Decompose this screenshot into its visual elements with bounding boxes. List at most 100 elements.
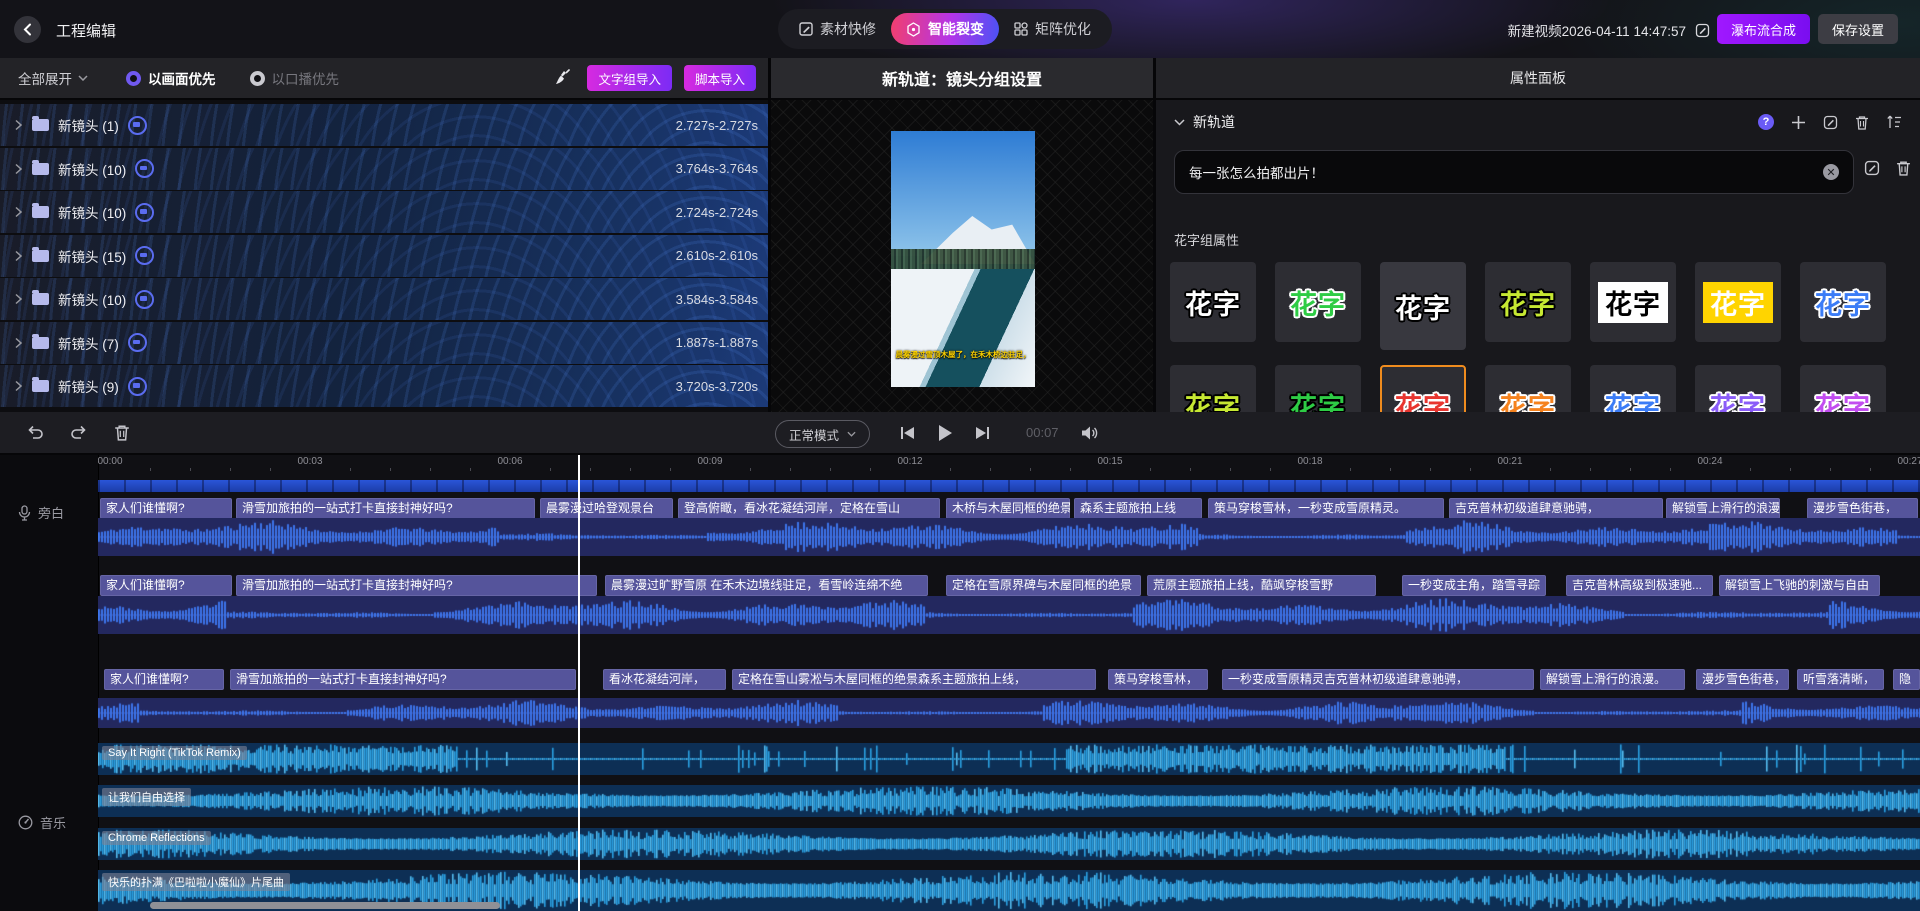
- subtitle-clip[interactable]: 森系主题旅拍上线: [1074, 498, 1202, 519]
- delete-icon[interactable]: [114, 424, 130, 441]
- subtitle-clip[interactable]: 家人们谁懂啊?: [104, 669, 224, 690]
- fancy-text-style-tile[interactable]: 花字: [1170, 365, 1256, 412]
- play-mode-dropdown[interactable]: 正常模式: [775, 420, 871, 448]
- fancy-text-style-tile[interactable]: 花字: [1275, 262, 1361, 342]
- camera-swap-icon[interactable]: [135, 246, 155, 265]
- save-settings-button[interactable]: 保存设置: [1817, 14, 1898, 44]
- subtitle-clip[interactable]: 滑雪加旅拍的一站式打卡直接封神好吗?: [236, 498, 535, 519]
- edit-icon[interactable]: [1864, 160, 1880, 176]
- shot-group-row[interactable]: 新镜头 (1) 2.727s-2.727s: [0, 104, 768, 146]
- fancy-text-style-tile[interactable]: 花字: [1590, 262, 1676, 342]
- subtitle-clip[interactable]: 荒原主题旅拍上线，酷飒穿梭雪野: [1147, 575, 1376, 596]
- clear-input-icon[interactable]: ✕: [1823, 164, 1839, 180]
- radio-voice-label[interactable]: 以口播优先: [272, 68, 340, 88]
- edit-icon[interactable]: [1823, 115, 1838, 130]
- camera-swap-icon[interactable]: [135, 202, 155, 222]
- subtitle-clip[interactable]: 解锁雪上滑行的浪漫: [1666, 498, 1780, 519]
- caption-text-input[interactable]: 每一张怎么拍都出片！ ✕: [1174, 150, 1854, 194]
- fancy-text-style-tile[interactable]: 花字: [1800, 365, 1886, 412]
- subtitle-clip[interactable]: 家人们谁懂啊?: [100, 575, 232, 596]
- camera-swap-icon[interactable]: [135, 289, 155, 309]
- delete-icon[interactable]: [1896, 160, 1911, 176]
- fancy-text-style-tile[interactable]: 花字: [1170, 262, 1256, 342]
- subtitle-clip[interactable]: 漫步雪色街巷，: [1807, 498, 1918, 519]
- script-import-button[interactable]: 脚本导入: [683, 65, 756, 91]
- subtitle-clip[interactable]: 吉克普林高级到极速驰...: [1566, 575, 1713, 596]
- music-waveform-track[interactable]: 让我们自由选择: [98, 785, 1920, 817]
- subtitle-clip[interactable]: 滑雪加旅拍的一站式打卡直接封神好吗?: [230, 669, 576, 690]
- camera-swap-icon[interactable]: [127, 376, 147, 396]
- subtitle-clip[interactable]: 漫步雪色街巷，: [1696, 669, 1789, 690]
- subtitle-clip[interactable]: 一秒变成主角，踏雪寻踪: [1402, 575, 1546, 596]
- subtitle-clip[interactable]: 定格在雪原界碑与木屋同框的绝景: [946, 575, 1141, 596]
- subtitle-clip[interactable]: 滑雪加旅拍的一站式打卡直接封神好吗?: [236, 575, 597, 596]
- expand-all-dropdown[interactable]: 全部展开: [18, 68, 88, 88]
- undo-icon[interactable]: [26, 425, 44, 441]
- fancy-text-style-tile[interactable]: 花字: [1485, 262, 1571, 342]
- fancy-text-style-tile[interactable]: 花字: [1380, 365, 1466, 412]
- subtitle-clip[interactable]: 隐: [1893, 669, 1920, 690]
- rename-icon[interactable]: [1695, 23, 1710, 38]
- chevron-right-icon[interactable]: [14, 293, 23, 305]
- chevron-right-icon[interactable]: [14, 250, 23, 262]
- chevron-right-icon[interactable]: [14, 206, 23, 218]
- delete-icon[interactable]: [1855, 115, 1869, 130]
- shot-group-row[interactable]: 新镜头 (10) 2.724s-2.724s: [0, 191, 768, 233]
- radio-screen-first[interactable]: [126, 70, 141, 86]
- broom-icon[interactable]: [553, 69, 571, 87]
- camera-swap-icon[interactable]: [127, 333, 147, 352]
- shot-group-row[interactable]: 新镜头 (9) 3.720s-3.720s: [0, 365, 768, 407]
- add-icon[interactable]: [1791, 115, 1806, 130]
- shot-group-row[interactable]: 新镜头 (7) 1.887s-1.887s: [0, 321, 768, 364]
- chevron-right-icon[interactable]: [14, 119, 23, 131]
- subtitle-clip[interactable]: 登高俯瞰，看冰花凝结河岸，定格在雪山: [678, 498, 940, 519]
- camera-swap-icon[interactable]: [135, 159, 155, 178]
- fancy-text-style-tile[interactable]: 花字: [1485, 365, 1571, 412]
- subtitle-clip[interactable]: 定格在雪山雾凇与木屋同框的绝景森系主题旅拍上线，: [732, 669, 1096, 690]
- chevron-right-icon[interactable]: [14, 163, 23, 175]
- fancy-text-style-tile[interactable]: 花字: [1380, 262, 1466, 350]
- subtitle-clip[interactable]: 一秒变成雪原精灵吉克普林初级道肆意驰骋，: [1222, 669, 1534, 690]
- fancy-text-style-tile[interactable]: 花字: [1590, 365, 1676, 412]
- subtitle-clip[interactable]: 看冰花凝结河岸，: [603, 669, 726, 690]
- camera-swap-icon[interactable]: [127, 115, 147, 135]
- shot-group-row[interactable]: 新镜头 (15) 2.610s-2.610s: [0, 234, 768, 277]
- subtitle-clip[interactable]: 解锁雪上滑行的浪漫。: [1540, 669, 1685, 690]
- video-track-strip[interactable]: [98, 480, 1920, 492]
- play-icon[interactable]: [937, 424, 953, 442]
- tab-smart-split[interactable]: 智能裂变: [891, 13, 999, 45]
- subtitle-clip[interactable]: 晨雾漫过旷野雪原 在禾木边境线驻足，看雪岭连绵不绝: [605, 575, 928, 596]
- waterfall-compose-button[interactable]: 瀑布流合成: [1716, 14, 1810, 44]
- narration-waveform-track[interactable]: [98, 698, 1920, 728]
- radio-screen-label[interactable]: 以画面优先: [148, 68, 216, 88]
- subtitle-clip[interactable]: 解锁雪上飞驰的刺激与自由: [1719, 575, 1880, 596]
- fancy-text-style-tile[interactable]: 花字: [1695, 365, 1781, 412]
- subtitle-clip[interactable]: 木桥与木屋同框的绝景: [946, 498, 1070, 519]
- subtitle-clip[interactable]: 晨雾漫过哈登观景台: [540, 498, 673, 519]
- tab-matrix-optimize[interactable]: 矩阵优化: [999, 13, 1106, 45]
- redo-icon[interactable]: [70, 425, 88, 441]
- narration-waveform-track[interactable]: [98, 596, 1920, 634]
- prev-frame-icon[interactable]: [900, 426, 915, 440]
- sort-list-icon[interactable]: [1886, 115, 1902, 129]
- subtitle-clip[interactable]: 听雪落清晰，: [1797, 669, 1884, 690]
- volume-icon[interactable]: [1081, 425, 1099, 441]
- fancy-text-style-tile[interactable]: 花字: [1275, 365, 1361, 412]
- subtitle-clip[interactable]: 策马穿梭雪林，一秒变成雪原精灵。: [1208, 498, 1444, 519]
- narration-waveform-track[interactable]: [98, 518, 1920, 556]
- radio-voice-first[interactable]: [249, 70, 265, 86]
- playhead[interactable]: [578, 455, 580, 911]
- subtitle-clip[interactable]: 吉克普林初级道肆意驰骋，: [1449, 498, 1663, 519]
- back-button[interactable]: [14, 16, 41, 43]
- shot-group-row[interactable]: 新镜头 (10) 3.764s-3.764s: [0, 147, 768, 190]
- fancy-text-style-tile[interactable]: 花字: [1800, 262, 1886, 342]
- chevron-right-icon[interactable]: [14, 337, 23, 349]
- subtitle-clip[interactable]: 家人们谁懂啊?: [100, 498, 232, 519]
- video-preview[interactable]: 晨雾漫过雪顶木屋了，在禾木桥边驻足，: [891, 131, 1035, 387]
- chevron-right-icon[interactable]: [14, 380, 23, 392]
- subtitle-clip[interactable]: 策马穿梭雪林，: [1108, 669, 1208, 690]
- tab-material-fix[interactable]: 素材快修: [784, 13, 891, 45]
- music-waveform-track[interactable]: Say It Right (TikTok Remix): [98, 743, 1920, 775]
- next-frame-icon[interactable]: [975, 426, 990, 440]
- shot-group-row[interactable]: 新镜头 (10) 3.584s-3.584s: [0, 278, 768, 320]
